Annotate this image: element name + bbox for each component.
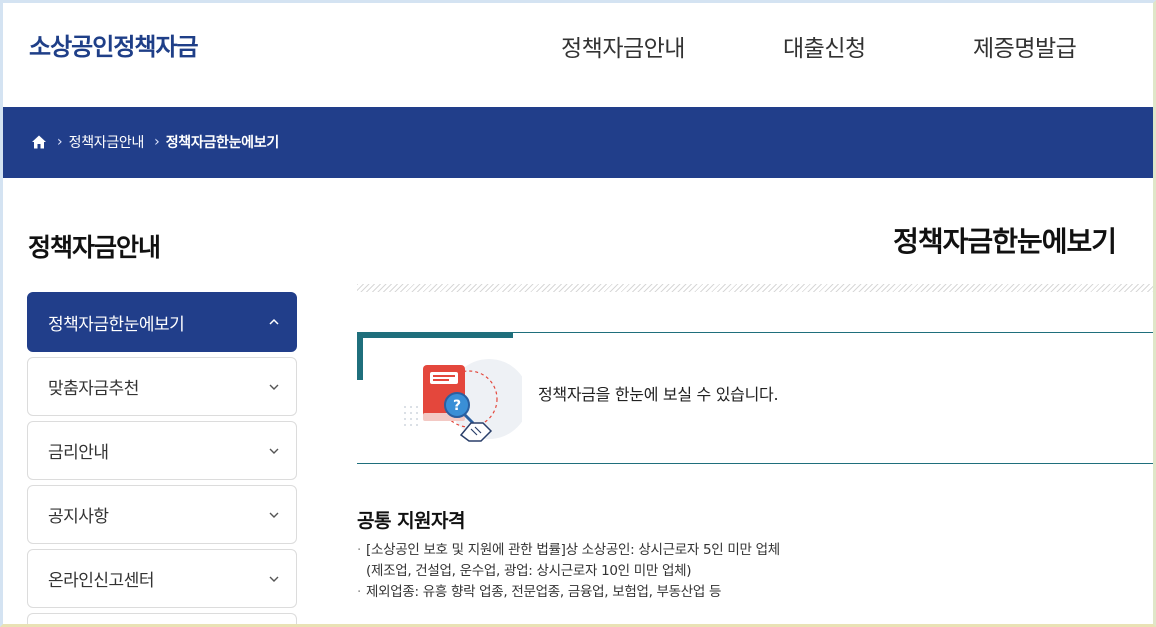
nav-certificate-issuance[interactable]: 제증명발급 [973, 29, 1077, 63]
list-item-text: 제외업종: 유흥 향락 업종, 전문업종, 금융업, 보험업, 부동산업 등 [366, 584, 722, 600]
sidebar-item-label: 공지사항 [48, 507, 109, 527]
sidebar-menu: 정책자금한눈에보기 맞춤자금추천 금리안내 공지사항 온라인신고센터 [27, 292, 297, 627]
eligibility-list: [소상공인 보호 및 지원에 관한 법률]상 소상공인: 상시근로자 5인 미만… [357, 540, 780, 603]
book-question-handshake-icon: ? [404, 359, 522, 442]
list-item: 제외업종: 유흥 향락 업종, 전문업종, 금융업, 보험업, 부동산업 등 [357, 582, 780, 603]
sidebar-item-online-report-center[interactable]: 온라인신고센터 [27, 549, 297, 608]
nav-policy-fund-info[interactable]: 정책자금안내 [561, 29, 685, 63]
breadcrumb-item-current: 정책자금한눈에보기 [165, 135, 280, 151]
chevron-down-icon [269, 576, 279, 582]
list-item: [소상공인 보호 및 지원에 관한 법률]상 소상공인: 상시근로자 5인 미만… [357, 540, 780, 582]
chevron-up-icon [269, 318, 279, 325]
list-item-subtext: (제조업, 건설업, 운수업, 광업: 상시근로자 10인 미만 업체) [366, 563, 692, 579]
sidebar-item-partial[interactable] [27, 613, 297, 627]
sidebar-item-label: 금리안내 [48, 443, 109, 463]
breadcrumb-separator-icon: › [154, 134, 160, 150]
title-divider [357, 284, 1153, 292]
sidebar-item-label: 정책자금한눈에보기 [48, 314, 185, 335]
intro-accent-bar [357, 332, 513, 338]
sidebar-item-overview[interactable]: 정책자금한눈에보기 [27, 292, 297, 352]
sidebar-item-recommendation[interactable]: 맞춤자금추천 [27, 357, 297, 416]
intro-text: 정책자금을 한눈에 보실 수 있습니다. [538, 385, 779, 404]
breadcrumb-separator-icon: › [57, 134, 63, 150]
home-icon[interactable] [31, 134, 47, 150]
breadcrumb-item-policy-fund-info[interactable]: 정책자금안내 [69, 132, 145, 152]
intro-accent-bar [357, 332, 363, 380]
intro-box: ? 정책자금을 한눈에 보실 수 있습니다. [357, 332, 1153, 464]
list-item-text: [소상공인 보호 및 지원에 관한 법률]상 소상공인: 상시근로자 5인 미만… [366, 542, 780, 558]
page-title: 정책자금한눈에보기 [893, 225, 1117, 258]
chevron-down-icon [269, 384, 279, 390]
sidebar-item-label: 온라인신고센터 [48, 571, 154, 591]
svg-text:?: ? [453, 398, 461, 414]
nav-loan-application[interactable]: 대출신청 [783, 29, 866, 63]
breadcrumb: › 정책자금안내 › 정책자금한눈에보기 [31, 132, 279, 152]
site-header: 소상공인정책자금 정책자금안내 대출신청 제증명발급 [3, 3, 1153, 107]
sidebar-item-label: 맞춤자금추천 [48, 379, 139, 399]
global-nav: 정책자금안내 대출신청 제증명발급 [3, 29, 1153, 62]
sidebar-title: 정책자금안내 [28, 233, 161, 262]
sidebar-item-interest-rate[interactable]: 금리안내 [27, 421, 297, 480]
chevron-down-icon [269, 448, 279, 454]
breadcrumb-bar: › 정책자금안내 › 정책자금한눈에보기 [3, 107, 1153, 178]
sidebar-item-notices[interactable]: 공지사항 [27, 485, 297, 544]
chevron-down-icon [269, 512, 279, 518]
section-title: 공통 지원자격 [357, 510, 466, 532]
